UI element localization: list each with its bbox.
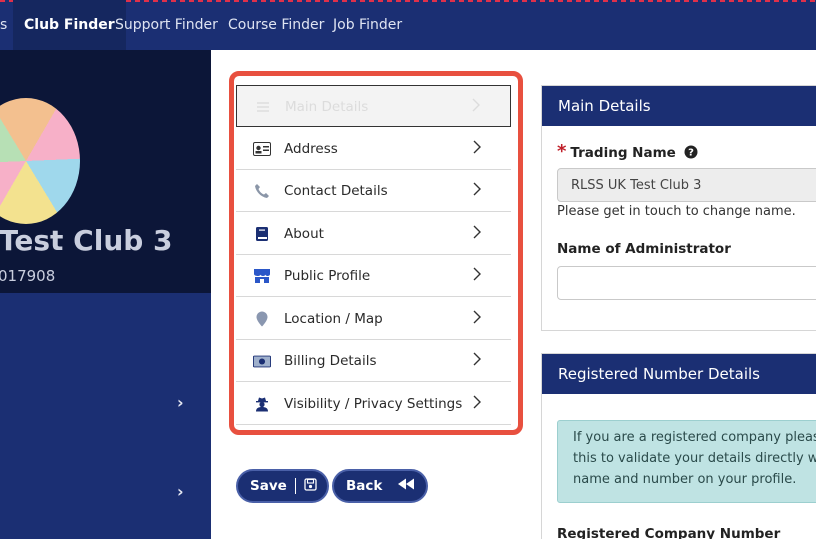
menu-item-visibility-privacy[interactable]: Visibility / Privacy Settings [236, 383, 511, 425]
nav-item-support-finder[interactable]: Support Finder [115, 0, 218, 50]
chevron-right-icon [472, 86, 480, 128]
menu-item-label: Billing Details [284, 353, 377, 369]
info-line: this to validate your details directly w… [573, 451, 816, 466]
button-separator [389, 478, 390, 494]
left-sidebar: › › [0, 293, 211, 539]
chevron-right-icon [473, 213, 481, 255]
chevron-right-icon [473, 298, 481, 340]
chevron-right-icon [473, 170, 481, 212]
required-asterisk: * [557, 141, 567, 162]
menu-item-label: Main Details [285, 99, 369, 115]
book-icon [253, 225, 271, 243]
rewind-icon [397, 478, 415, 494]
button-separator [294, 478, 296, 494]
administrator-label: Name of Administrator [557, 241, 731, 257]
menu-item-label: Visibility / Privacy Settings [284, 396, 463, 412]
registered-info-alert: If you are a registered company please e… [557, 420, 816, 503]
chevron-right-icon [473, 128, 481, 170]
administrator-input[interactable] [557, 266, 816, 300]
trading-name-help: Please get in touch to change name. [557, 204, 796, 219]
menu-item-public-profile[interactable]: Public Profile [236, 255, 511, 297]
nav-item-club-finder[interactable]: Club Finder [13, 0, 126, 50]
nav-item-partial[interactable]: s [0, 0, 7, 50]
chevron-right-icon [473, 340, 481, 382]
top-navigation: s Club Finder Support Finder Course Find… [0, 0, 816, 50]
save-button[interactable]: Save [236, 469, 329, 503]
trading-name-label-text: Trading Name [570, 145, 676, 161]
floppy-disk-icon [304, 477, 317, 495]
club-avatar [0, 98, 80, 224]
menu-item-label: Contact Details [284, 183, 388, 199]
menu-item-billing-details[interactable]: Billing Details [236, 340, 511, 382]
trading-name-input[interactable]: RLSS UK Test Club 3 [557, 168, 816, 202]
question-circle-icon[interactable]: ? [684, 145, 698, 163]
main-details-title: Main Details [542, 86, 816, 126]
phone-icon [253, 182, 271, 200]
user-secret-icon [253, 395, 271, 413]
menu-item-label: Location / Map [284, 311, 383, 327]
registered-number-title: Registered Number Details [542, 354, 816, 394]
back-button-label: Back [346, 478, 383, 494]
chevron-right-icon [473, 255, 481, 297]
list-icon [254, 98, 272, 116]
svg-text:?: ? [688, 148, 694, 159]
info-line: name and number on your profile. [573, 472, 797, 487]
menu-item-label: Address [284, 141, 338, 157]
profile-header: Test Club 3 017908 [0, 50, 211, 293]
chevron-right-icon[interactable]: › [177, 393, 184, 412]
info-line: If you are a registered company please e [573, 430, 816, 445]
menu-item-about[interactable]: About [236, 213, 511, 255]
trading-name-label: * Trading Name ? [557, 141, 698, 163]
company-number-label: Registered Company Number [557, 526, 781, 539]
store-icon [253, 267, 271, 285]
menu-item-address[interactable]: Address [236, 128, 511, 170]
menu-item-label: Public Profile [284, 268, 371, 284]
chevron-right-icon[interactable]: › [177, 482, 184, 501]
save-button-label: Save [250, 478, 287, 494]
menu-item-main-details[interactable]: Main Details [236, 85, 511, 127]
nav-item-job-finder[interactable]: Job Finder [333, 0, 402, 50]
menu-item-location-map[interactable]: Location / Map [236, 298, 511, 340]
back-button[interactable]: Back [332, 469, 429, 503]
nav-item-course-finder[interactable]: Course Finder [228, 0, 324, 50]
money-icon [253, 352, 271, 370]
club-name: Test Club 3 [0, 224, 173, 257]
menu-item-contact-details[interactable]: Contact Details [236, 170, 511, 212]
club-number: 017908 [0, 267, 56, 285]
menu-item-label: About [284, 226, 324, 242]
chevron-right-icon [473, 383, 481, 425]
map-pin-icon [253, 310, 271, 328]
id-card-icon [253, 140, 271, 158]
